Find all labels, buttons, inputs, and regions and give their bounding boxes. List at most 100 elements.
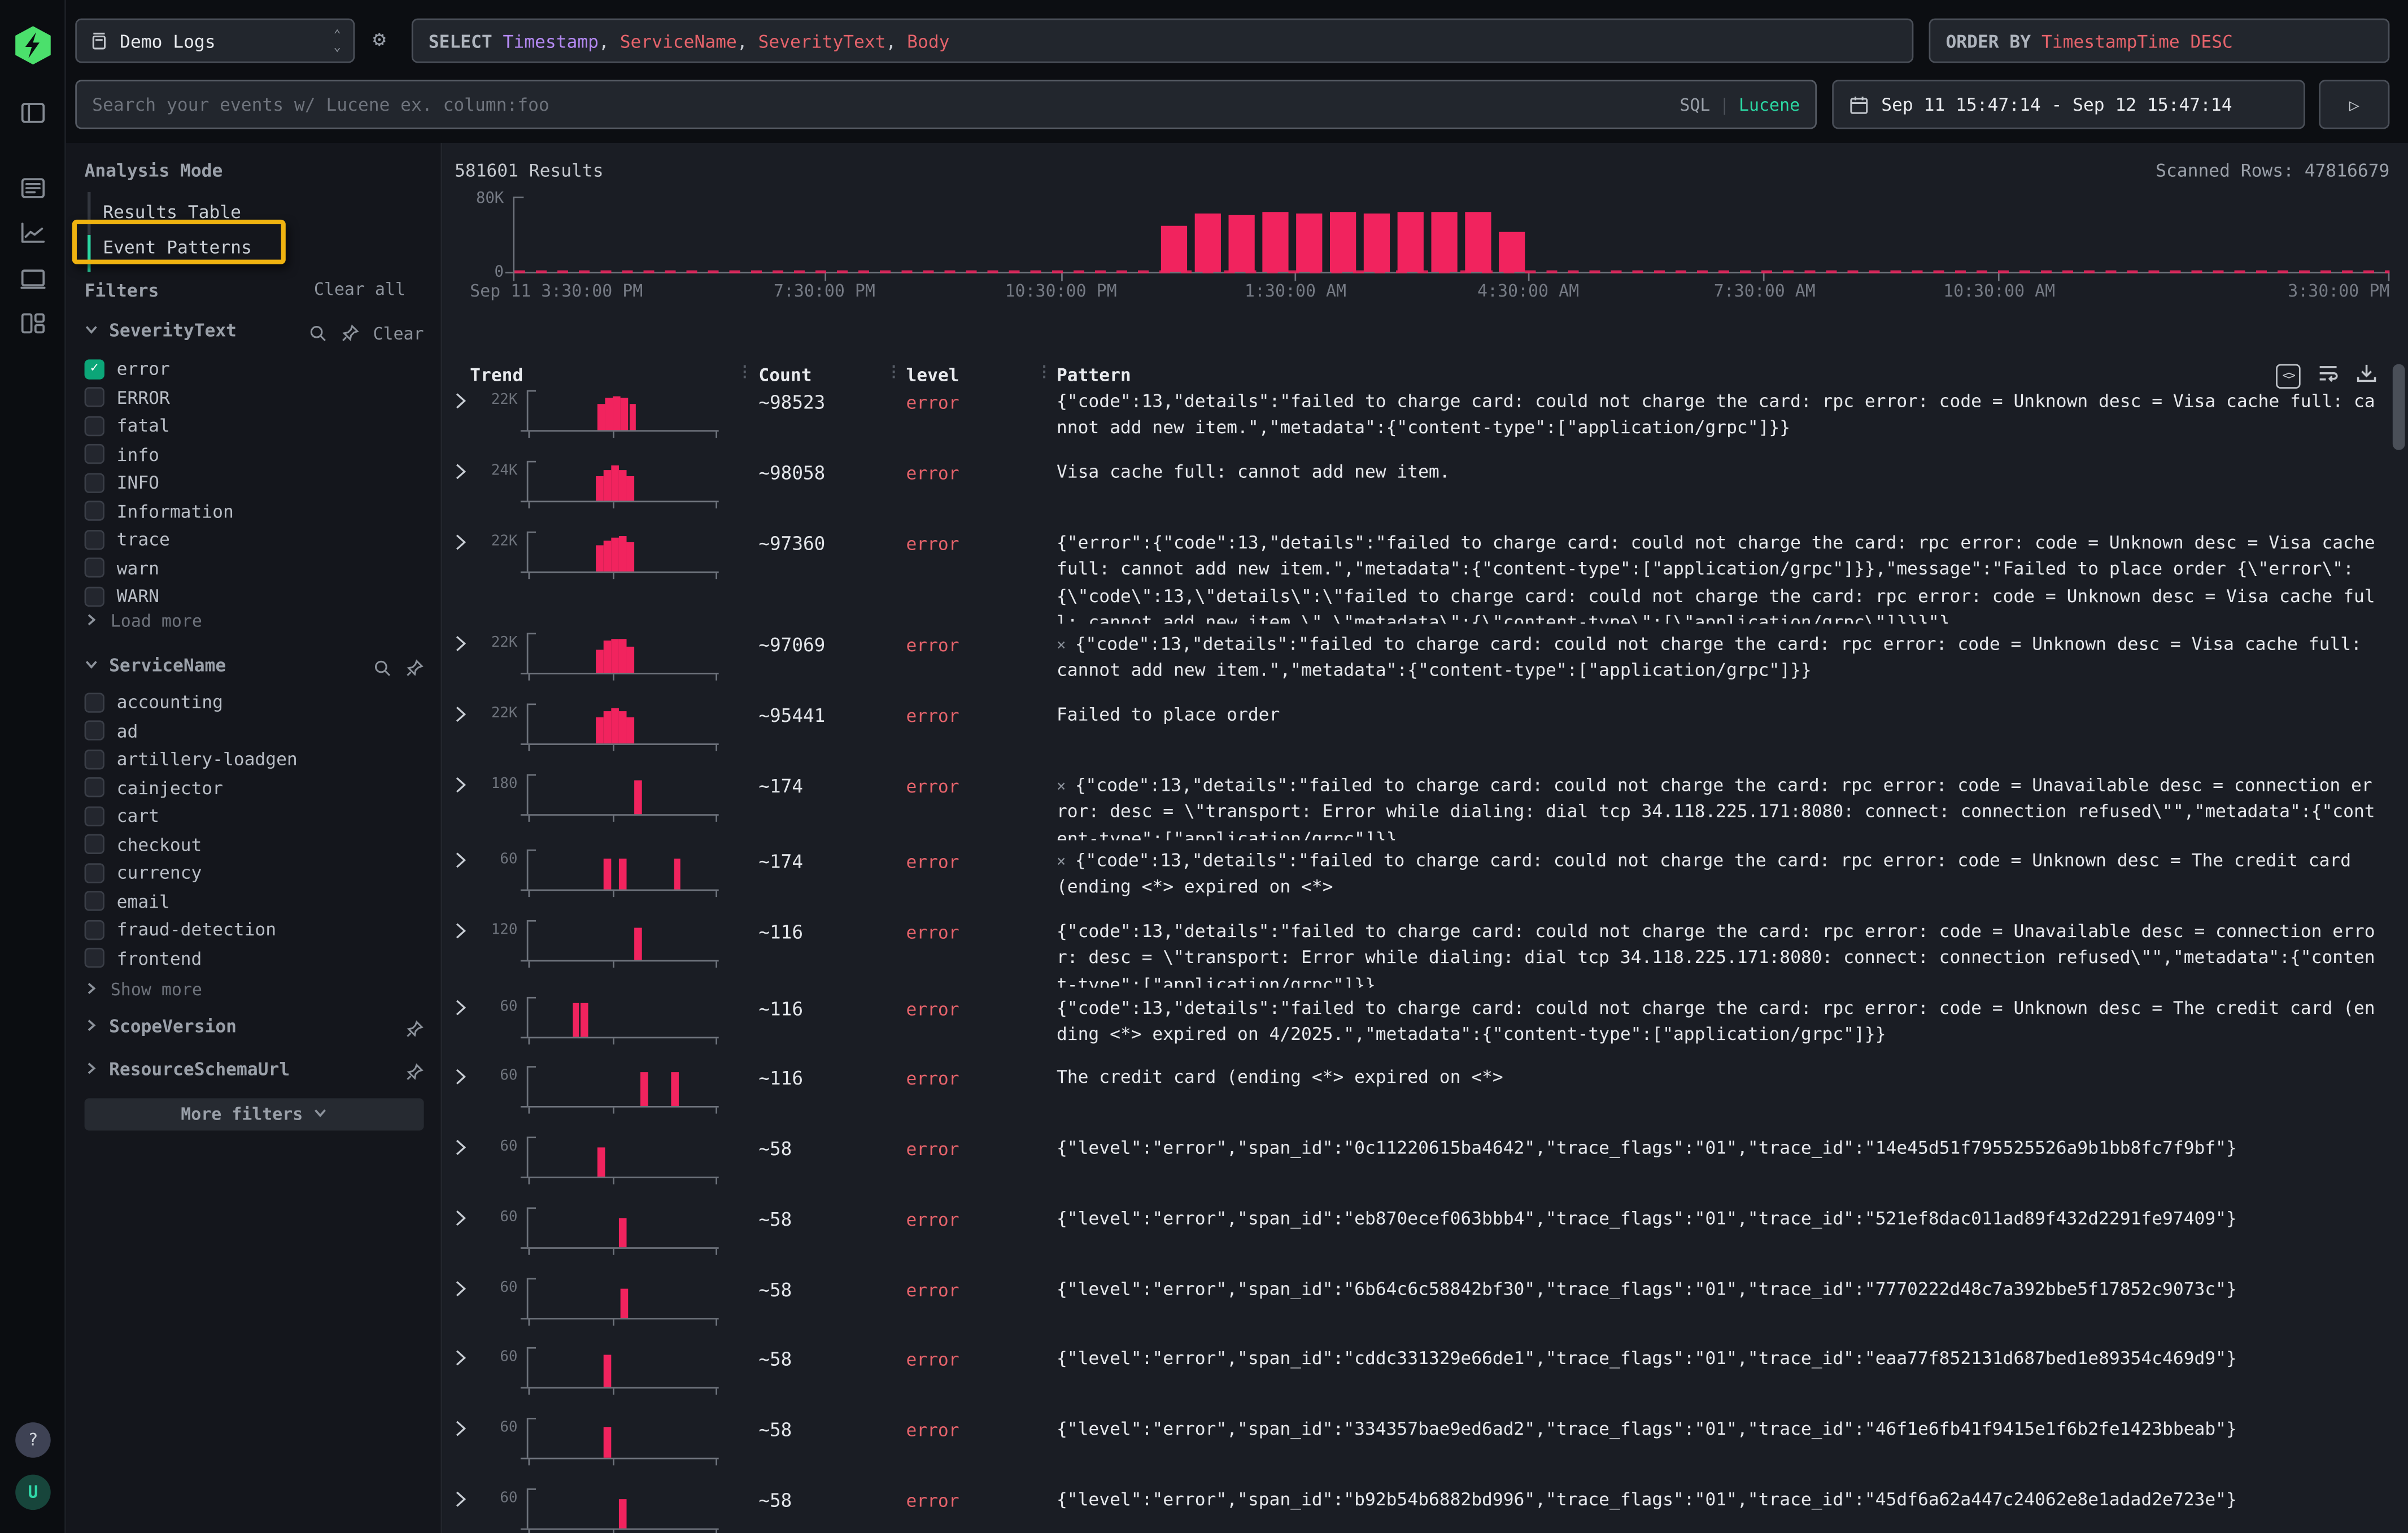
column-drag-handle-icon[interactable]: ⋮: [737, 364, 752, 381]
checkbox-unchecked[interactable]: [85, 416, 104, 435]
table-row[interactable]: 22K~98523error{"code":13,"details":"fail…: [442, 381, 2387, 451]
event-search-bar[interactable]: SQL|Lucene: [75, 80, 1817, 129]
pattern-text[interactable]: × {"code":13,"details":"failed to charge…: [1057, 632, 2380, 685]
pattern-text[interactable]: × {"code":13,"details":"failed to charge…: [1057, 773, 2380, 840]
severity-option-warn[interactable]: warn: [85, 557, 159, 578]
histogram-bar[interactable]: [1195, 214, 1221, 272]
histogram-bar[interactable]: [1499, 232, 1525, 272]
table-row[interactable]: 60~116error{"code":13,"details":"failed …: [442, 988, 2387, 1057]
service-option-fraud-detection[interactable]: fraud-detection: [85, 918, 277, 940]
table-row[interactable]: 180~174error× {"code":13,"details":"fail…: [442, 765, 2387, 840]
search-icon[interactable]: [308, 320, 327, 349]
table-row[interactable]: 22K~97360error{"error":{"code":13,"detai…: [442, 522, 2387, 624]
scrollbar-thumb[interactable]: [2393, 364, 2405, 450]
more-filters-button[interactable]: More filters: [85, 1098, 424, 1130]
severity-option-trace[interactable]: trace: [85, 528, 170, 550]
table-row[interactable]: 60~58error{"level":"error","span_id":"eb…: [442, 1198, 2387, 1269]
pattern-text[interactable]: {"level":"error","span_id":"0c11220615ba…: [1057, 1135, 2380, 1162]
table-row[interactable]: 60~116errorThe credit card (ending <*> e…: [442, 1057, 2387, 1127]
service-option-frontend[interactable]: frontend: [85, 947, 202, 969]
pattern-text[interactable]: {"error":{"code":13,"details":"failed to…: [1057, 530, 2380, 624]
checkbox-unchecked[interactable]: [85, 834, 104, 854]
user-avatar[interactable]: U: [15, 1475, 51, 1510]
search-icon[interactable]: [373, 654, 392, 683]
histogram-bar[interactable]: [1297, 213, 1323, 272]
histogram-bar[interactable]: [1432, 212, 1458, 272]
pattern-text[interactable]: {"level":"error","span_id":"334357bae9ed…: [1057, 1416, 2380, 1443]
pin-icon[interactable]: [405, 1059, 424, 1088]
query-language-toggle[interactable]: SQL|Lucene: [1680, 94, 1800, 114]
checkbox-unchecked[interactable]: [85, 749, 104, 769]
severity-clear-link[interactable]: Clear: [373, 324, 424, 344]
service-option-accounting[interactable]: accounting: [85, 691, 223, 713]
checkbox-checked[interactable]: ✓: [85, 359, 104, 378]
severity-option-Information[interactable]: Information: [85, 500, 234, 521]
pattern-text[interactable]: × {"code":13,"details":"failed to charge…: [1057, 848, 2380, 901]
checkbox-unchecked[interactable]: [85, 948, 104, 968]
table-row[interactable]: 60~58error{"level":"error","span_id":"cd…: [442, 1338, 2387, 1409]
checkbox-unchecked[interactable]: [85, 387, 104, 407]
chart-explorer-icon[interactable]: [20, 220, 46, 246]
service-option-email[interactable]: email: [85, 890, 170, 912]
checkbox-unchecked[interactable]: [85, 692, 104, 712]
search-input[interactable]: [92, 94, 1680, 115]
histogram-bar[interactable]: [1364, 213, 1390, 272]
checkbox-unchecked[interactable]: [85, 586, 104, 606]
table-row[interactable]: 24K~98058errorVisa cache full: cannot ad…: [442, 452, 2387, 522]
table-row[interactable]: 60~58error{"level":"error","span_id":"6b…: [442, 1269, 2387, 1338]
severity-group-header[interactable]: SeverityText: [85, 320, 237, 341]
checkbox-unchecked[interactable]: [85, 558, 104, 577]
order-by-input[interactable]: ORDER BY TimestampTime DESC: [1929, 19, 2390, 63]
pattern-text[interactable]: Visa cache full: cannot add new item.: [1057, 459, 2380, 486]
exclude-x-icon[interactable]: ×: [1057, 854, 1075, 871]
service-option-checkout[interactable]: checkout: [85, 833, 202, 855]
histogram-bar[interactable]: [1398, 212, 1424, 272]
table-row[interactable]: 60~58error{"level":"error","span_id":"0c…: [442, 1127, 2387, 1198]
checkbox-unchecked[interactable]: [85, 777, 104, 797]
sessions-icon[interactable]: [20, 265, 46, 291]
pattern-text[interactable]: {"level":"error","span_id":"b92b54b6882b…: [1057, 1487, 2380, 1513]
checkbox-unchecked[interactable]: [85, 444, 104, 464]
severity-load-more[interactable]: Load more: [85, 611, 202, 631]
dashboards-icon[interactable]: [20, 310, 46, 336]
checkbox-unchecked[interactable]: [85, 891, 104, 911]
table-row[interactable]: 60~58error{"level":"error","span_id":"33…: [442, 1409, 2387, 1479]
service-option-artillery-loadgen[interactable]: artillery-loadgen: [85, 748, 298, 769]
severity-option-info[interactable]: info: [85, 443, 159, 465]
source-settings-button[interactable]: ⚙: [364, 20, 394, 60]
histogram-bar[interactable]: [1263, 212, 1289, 272]
results-histogram[interactable]: [513, 197, 2389, 273]
column-drag-handle-icon[interactable]: ⋮: [886, 364, 901, 381]
pattern-text[interactable]: {"level":"error","span_id":"eb870ecef063…: [1057, 1206, 2380, 1233]
histogram-bar[interactable]: [1330, 212, 1356, 272]
column-drag-handle-icon[interactable]: ⋮: [1037, 364, 1052, 381]
service-option-cainjector[interactable]: cainjector: [85, 777, 223, 798]
exclude-x-icon[interactable]: ×: [1057, 638, 1075, 655]
search-logs-icon[interactable]: [20, 175, 46, 201]
pattern-text[interactable]: {"level":"error","span_id":"6b64c6c58842…: [1057, 1277, 2380, 1303]
severity-option-WARN[interactable]: WARN: [85, 585, 159, 607]
service-option-cart[interactable]: cart: [85, 805, 159, 826]
pin-icon[interactable]: [341, 320, 359, 349]
checkbox-unchecked[interactable]: [85, 805, 104, 825]
resource-schema-group-header[interactable]: ResourceSchemaUrl: [85, 1059, 290, 1080]
histogram-bar[interactable]: [1465, 212, 1491, 272]
severity-option-ERROR[interactable]: ERROR: [85, 386, 170, 408]
table-row[interactable]: 120~116error{"code":13,"details":"failed…: [442, 911, 2387, 988]
checkbox-unchecked[interactable]: [85, 501, 104, 521]
checkbox-unchecked[interactable]: [85, 863, 104, 882]
severity-option-error[interactable]: ✓error: [85, 358, 170, 380]
severity-option-fatal[interactable]: fatal: [85, 415, 170, 436]
pin-icon[interactable]: [405, 1016, 424, 1045]
pattern-text[interactable]: {"code":13,"details":"failed to charge c…: [1057, 918, 2380, 987]
pattern-text[interactable]: {"code":13,"details":"failed to charge c…: [1057, 995, 2380, 1048]
select-query-input[interactable]: SELECT Timestamp, ServiceName, SeverityT…: [412, 19, 1914, 63]
source-select[interactable]: Demo Logs ⌃⌄: [75, 19, 355, 63]
table-row[interactable]: 22K~97069error× {"code":13,"details":"fa…: [442, 624, 2387, 694]
histogram-bar[interactable]: [1161, 226, 1187, 272]
time-range-picker[interactable]: Sep 11 15:47:14 - Sep 12 15:47:14: [1832, 80, 2305, 129]
table-row[interactable]: 60~174error× {"code":13,"details":"faile…: [442, 840, 2387, 911]
checkbox-unchecked[interactable]: [85, 472, 104, 492]
table-row[interactable]: 60~58error{"level":"error","span_id":"b9…: [442, 1479, 2387, 1533]
clear-all-filters-link[interactable]: Clear all: [314, 280, 405, 299]
